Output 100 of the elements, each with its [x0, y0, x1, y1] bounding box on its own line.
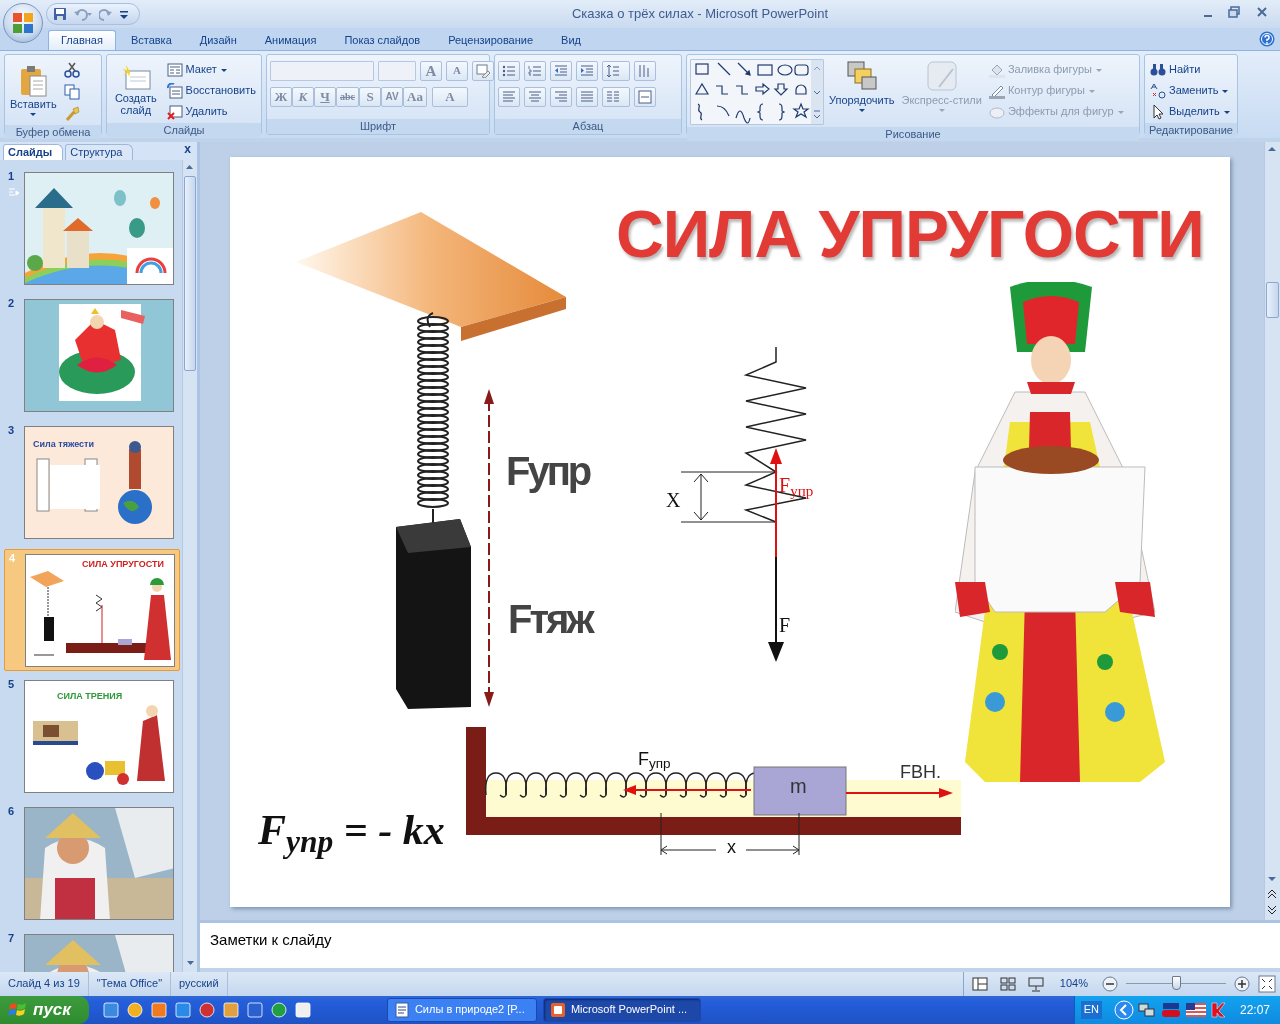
line-spacing-button[interactable]: [602, 61, 630, 81]
ribbon-tab[interactable]: Дизайн: [186, 29, 250, 50]
replace-button[interactable]: Заменить: [1148, 82, 1233, 100]
group-label: Буфер обмена: [5, 125, 101, 139]
bullets-button[interactable]: [498, 61, 520, 81]
group-label: Рисование: [687, 127, 1139, 141]
sorter-view-icon: [997, 975, 1018, 993]
zoom-in-icon: [1234, 976, 1250, 992]
close-button[interactable]: x: [182, 142, 193, 157]
align-right-button[interactable]: [550, 87, 572, 107]
panel-tab[interactable]: Слайды: [3, 143, 64, 160]
normal-view-icon: [969, 975, 990, 993]
columns-button[interactable]: [602, 87, 630, 107]
close-icon: [1256, 6, 1268, 18]
scrollbar-thumb[interactable]: [1266, 282, 1279, 319]
save-icon: [53, 7, 67, 21]
increase-indent-button[interactable]: [576, 61, 598, 81]
window-title: Сказка о трёх силах - Microsoft PowerPoint: [571, 6, 828, 21]
network-icon: [1137, 1002, 1156, 1018]
panel-tab[interactable]: Структура: [65, 143, 134, 160]
slide-number: 2: [8, 297, 15, 311]
animation-icon: [9, 188, 19, 196]
group-label: Шрифт: [267, 119, 489, 134]
launcher-icon: [222, 1002, 239, 1018]
slide-count: Слайд 4 из 19: [8, 977, 80, 991]
ribbon-tab[interactable]: Вид: [548, 29, 594, 50]
group-label: Абзац: [495, 119, 681, 134]
align-left-button[interactable]: [498, 87, 520, 107]
taskbar-button[interactable]: Силы в природе2 [Р...: [386, 998, 537, 1022]
new-slide-button[interactable]: Создать слайд: [110, 57, 162, 119]
increase-indent-icon: [580, 64, 594, 78]
zoom-level[interactable]: 104%: [1053, 977, 1094, 991]
clear-format-button[interactable]: [472, 61, 494, 81]
customize-icon: [119, 8, 129, 20]
force-label: F: [779, 613, 791, 637]
ribbon-tab[interactable]: Анимация: [251, 29, 330, 50]
numbering-icon: [528, 64, 542, 78]
caret-icon: [857, 107, 866, 114]
restore-icon: [1228, 6, 1240, 18]
decrease-indent-button[interactable]: [550, 61, 572, 81]
align-left-icon: [502, 90, 516, 104]
numbering-button[interactable]: [524, 61, 546, 81]
displacement-label: x: [727, 837, 736, 859]
undo-icon: [73, 7, 93, 21]
delete-button[interactable]: Удалить: [164, 103, 258, 121]
redo-icon: [99, 7, 113, 21]
thumbnail-title: СИЛА УПРУГОСТИ: [82, 559, 165, 570]
office-button[interactable]: [3, 3, 43, 43]
group-label: Редактирование: [1145, 123, 1237, 137]
caret-icon: [219, 67, 228, 73]
notes-placeholder[interactable]: Заметки к слайду: [210, 931, 332, 948]
language: русский: [179, 977, 219, 991]
displacement-label: X: [666, 488, 681, 512]
arrange-button[interactable]: Упорядочить: [827, 57, 897, 116]
force-label: F$_{упр}$: [638, 749, 671, 771]
select-button[interactable]: Выделить: [1148, 103, 1233, 121]
align-center-button[interactable]: [524, 87, 546, 107]
binoculars-icon: [1150, 62, 1166, 78]
arrange-icon: [844, 59, 879, 93]
layout-icon: [166, 62, 183, 78]
shapes-gallery[interactable]: [690, 59, 824, 125]
group-label: Слайды: [107, 123, 261, 137]
force-label: F$_{упр}$: [779, 473, 814, 497]
bullets-icon: [502, 64, 516, 78]
caret-icon: [29, 111, 38, 118]
slide-title: СИЛА УПРУГОСТИ: [616, 196, 1204, 273]
force-label: Fтяж: [508, 596, 592, 643]
brush-icon: [63, 106, 80, 122]
document-icon: [393, 1002, 410, 1018]
clear-format-icon: [476, 64, 490, 78]
font-name-field[interactable]: [270, 61, 374, 81]
outline-icon: [988, 83, 1005, 99]
decrease-indent-icon: [554, 64, 568, 78]
slide-number: 5: [8, 678, 15, 692]
zoom-slider-thumb[interactable]: [1171, 976, 1181, 990]
ribbon-tab[interactable]: Вставка: [117, 29, 185, 50]
align-text-button[interactable]: [634, 87, 656, 107]
reset-button[interactable]: Восстановить: [164, 82, 258, 100]
scrollbar-thumb[interactable]: [184, 176, 196, 372]
launcher-icon: [270, 1002, 287, 1018]
taskbar-button[interactable]: Microsoft PowerPoint ...: [542, 998, 701, 1022]
layout-button[interactable]: Макет: [164, 61, 258, 79]
ribbon-tab[interactable]: Показ слайдов: [331, 29, 434, 50]
slide-number: 3: [8, 424, 15, 438]
font-size-field[interactable]: [378, 61, 416, 81]
find-button[interactable]: Найти: [1148, 61, 1233, 79]
app-icon: [549, 1002, 566, 1018]
effects-icon: [988, 104, 1005, 120]
justify-button[interactable]: [576, 87, 598, 107]
fit-window-icon: [1258, 975, 1276, 993]
language-indicator[interactable]: EN: [1080, 1001, 1102, 1019]
slide-number: 1: [8, 170, 15, 184]
start-button[interactable]: пуск: [0, 996, 89, 1024]
ribbon-tab[interactable]: Главная: [48, 29, 116, 50]
text-direction-button[interactable]: [634, 61, 656, 81]
ribbon-tab[interactable]: Рецензирование: [435, 29, 547, 50]
slideshow-icon: [1025, 975, 1046, 993]
caret-icon: [1116, 109, 1125, 115]
slide-number: 4: [9, 552, 16, 566]
fill-icon: [988, 62, 1005, 78]
